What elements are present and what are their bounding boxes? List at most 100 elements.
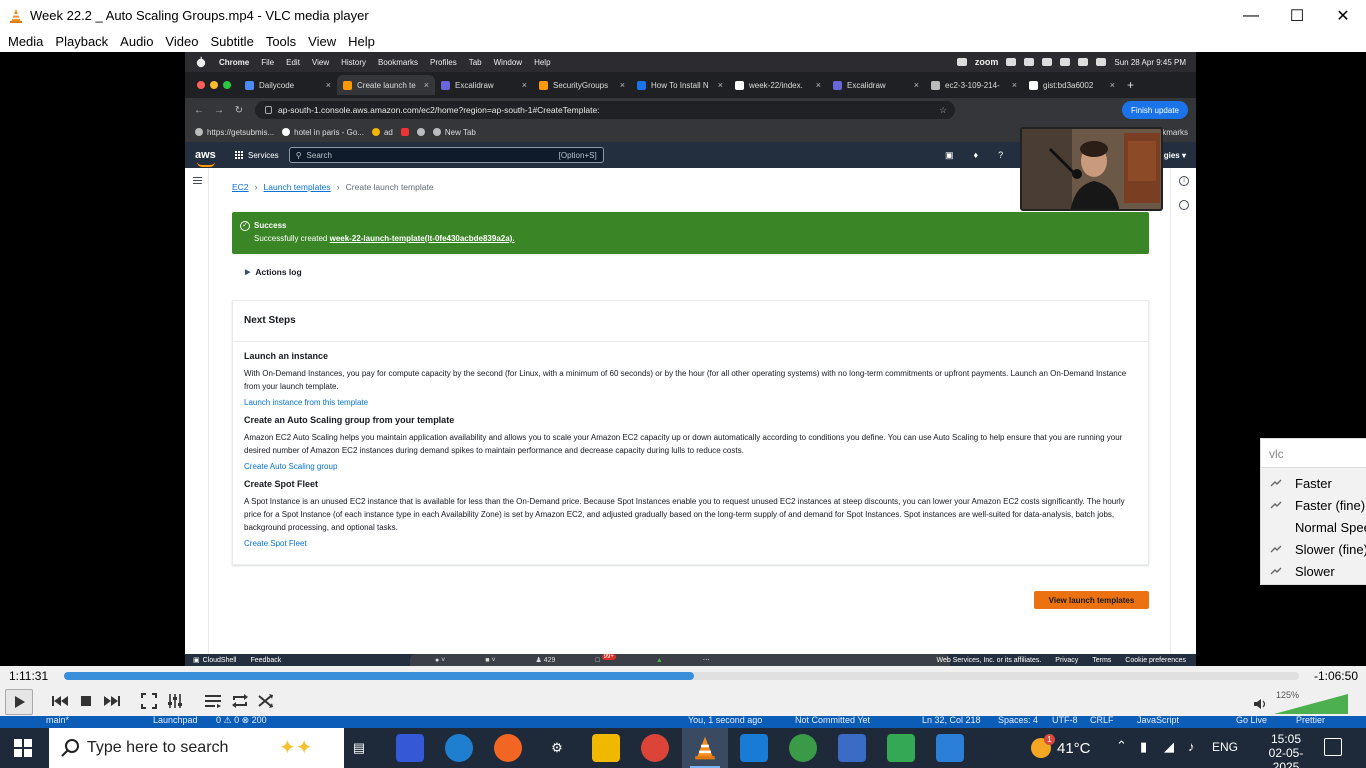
flash-message: Successfully created week-22-launch-temp… xyxy=(254,234,515,243)
side-nav-rail xyxy=(185,168,209,654)
edge-icon[interactable] xyxy=(445,734,473,762)
notifications-icon[interactable] xyxy=(1324,738,1342,756)
success-flash: ✓ Success Successfully created week-22-l… xyxy=(232,212,1149,254)
bell-icon: ♦ xyxy=(973,149,979,160)
playlist-button[interactable] xyxy=(201,689,225,713)
globe-icon xyxy=(432,128,441,136)
tab-favicon-icon xyxy=(931,80,940,90)
flash-message-text: Successfully created xyxy=(254,234,330,243)
stop-button[interactable] xyxy=(74,689,98,713)
app-icon[interactable] xyxy=(838,734,866,762)
app-icon[interactable] xyxy=(887,734,915,762)
search-shortcut: [Option+S] xyxy=(558,150,597,160)
background-status-bar: main* Launchpad 0 ⚠ 0 ⊗ 200 You, 1 secon… xyxy=(0,716,1366,728)
extended-settings-button[interactable] xyxy=(163,689,187,713)
volume-fill xyxy=(1274,694,1348,714)
create-asg-link: Create Auto Scaling group xyxy=(244,462,338,471)
mac-menu-tab: Tab xyxy=(468,57,482,67)
loop-button[interactable] xyxy=(228,689,252,713)
shuffle-icon xyxy=(258,694,273,708)
chevron-up-icon[interactable]: ⌃ xyxy=(1116,738,1127,754)
file-explorer-icon[interactable] xyxy=(592,734,620,762)
tab-close-icon: × xyxy=(717,80,723,90)
speed-normal[interactable]: Normal Speed xyxy=(1295,520,1366,535)
video-area[interactable]: Chrome File Edit View History Bookmarks … xyxy=(0,52,1366,666)
menu-tools[interactable]: Tools xyxy=(260,34,302,49)
windows-start-icon[interactable] xyxy=(14,739,32,757)
copilot-icon[interactable] xyxy=(396,734,424,762)
encoding-label: UTF-8 xyxy=(1052,716,1078,725)
speaker-icon[interactable]: ♪ xyxy=(1188,739,1195,754)
app-icon[interactable] xyxy=(936,734,964,762)
browser-tab: week-22/index. × xyxy=(729,75,827,95)
weather-widget[interactable]: 1 41°C xyxy=(1031,734,1091,758)
screen: Week 22.2 _ Auto Scaling Groups.mp4 - VL… xyxy=(0,0,1366,768)
bookmark-label: https://getsubmis... xyxy=(207,127,275,137)
speed-faster-fine[interactable]: Faster (fine) xyxy=(1295,498,1365,513)
more-icon: ⋯ xyxy=(702,657,710,664)
search-icon xyxy=(1096,58,1107,66)
remaining-time[interactable]: -1:06:50 xyxy=(1314,669,1358,683)
url-text: ap-south-1.console.aws.amazon.com/ec2/ho… xyxy=(278,105,600,115)
screen-record-icon xyxy=(956,58,967,66)
fullscreen-icon xyxy=(141,693,157,709)
play-button[interactable] xyxy=(5,689,33,715)
menu-help[interactable]: Help xyxy=(342,34,381,49)
go-live-label: Go Live xyxy=(1236,716,1268,725)
close-button[interactable]: ✕ xyxy=(1320,0,1366,31)
chevron-right-icon: › xyxy=(254,182,258,192)
aws-logo: aws xyxy=(195,149,225,167)
task-view-icon[interactable]: ▤ xyxy=(345,734,373,762)
menu-media[interactable]: Media xyxy=(2,34,49,49)
cloudshell-link: ▣ CloudShell xyxy=(193,656,236,665)
launch-instance-link: Launch instance from this template xyxy=(244,398,369,407)
vscode-icon[interactable] xyxy=(740,734,768,762)
actions-log-expander: ▶ Actions log xyxy=(245,267,302,277)
maximize-button[interactable]: ☐ xyxy=(1274,0,1320,31)
next-icon xyxy=(104,696,120,706)
menu-video[interactable]: Video xyxy=(159,34,204,49)
menu-subtitle[interactable]: Subtitle xyxy=(204,34,259,49)
video-frame-screen-recording: Chrome File Edit View History Bookmarks … xyxy=(185,52,1196,666)
tab-label: gist:bd3a6002 xyxy=(1043,80,1094,90)
seek-bar[interactable] xyxy=(64,672,1299,680)
clock[interactable]: 15:05 02-05-2025 xyxy=(1256,732,1316,768)
menu-audio[interactable]: Audio xyxy=(114,34,159,49)
stop-icon xyxy=(81,696,91,706)
info-icon: i xyxy=(1179,176,1189,186)
network-icon[interactable]: ◢ xyxy=(1164,739,1174,755)
tab-favicon-icon xyxy=(833,80,842,90)
step-title: Launch an instance xyxy=(244,351,329,361)
language-label: JavaScript xyxy=(1137,716,1180,725)
menu-view[interactable]: View xyxy=(302,34,342,49)
settings-gear-icon[interactable]: ⚙ xyxy=(543,734,571,762)
menu-playback[interactable]: Playback xyxy=(49,34,114,49)
volume-slider[interactable] xyxy=(1274,694,1348,714)
next-button[interactable] xyxy=(100,689,124,713)
vlc-taskbar-icon[interactable] xyxy=(691,734,719,762)
input-language[interactable]: ENG xyxy=(1212,740,1238,754)
speed-menu: vlc Faster Faster (fine) Normal Speed Sl… xyxy=(1260,438,1366,585)
previous-button[interactable] xyxy=(48,689,72,713)
indent-label: Spaces: 4 xyxy=(998,716,1039,725)
divider xyxy=(233,341,1148,342)
cloudshell-icon: ▣ xyxy=(945,149,954,160)
chrome-profile-icon[interactable] xyxy=(789,734,817,762)
taskbar-search-box[interactable]: Type here to search ✦✦ xyxy=(49,728,344,768)
elapsed-time[interactable]: 1:11:31 xyxy=(9,669,48,683)
minimize-button[interactable]: — xyxy=(1228,0,1274,31)
tab-label: Excalidraw xyxy=(847,80,886,90)
chrome-icon[interactable] xyxy=(641,734,669,762)
speed-faster[interactable]: Faster xyxy=(1295,476,1332,491)
weather-sun-icon: 1 xyxy=(1031,734,1055,758)
fullscreen-button[interactable] xyxy=(137,689,161,713)
app-icon[interactable] xyxy=(494,734,522,762)
speed-slower-fine[interactable]: Slower (fine) xyxy=(1295,542,1366,557)
bookmark-label: ad xyxy=(383,127,393,137)
copyright: Web Services, Inc. or its affiliates. xyxy=(936,656,1042,664)
next-steps-panel: Next Steps Launch an instance With On-De… xyxy=(232,300,1149,565)
volume-icon[interactable] xyxy=(1253,698,1267,710)
speed-slower[interactable]: Slower xyxy=(1295,564,1335,579)
battery-icon[interactable]: ▮ xyxy=(1140,739,1147,755)
shuffle-button[interactable] xyxy=(254,689,278,713)
